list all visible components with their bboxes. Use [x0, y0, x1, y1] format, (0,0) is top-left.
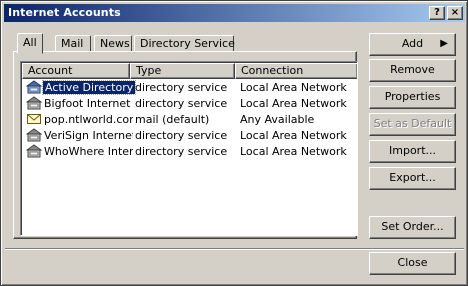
directory-service-icon — [26, 128, 42, 142]
list-item[interactable]: pop.ntlworld.com mail (default) Any Avai… — [22, 111, 357, 127]
column-header-account[interactable]: Account — [22, 63, 130, 79]
account-name: pop.ntlworld.com — [44, 113, 133, 126]
account-name: Bigfoot Internet ... — [44, 97, 133, 110]
window-title: Internet Accounts — [8, 6, 121, 19]
account-connection: Local Area Network — [240, 145, 347, 158]
accounts-list[interactable]: Account Type Connection Active Directory… — [20, 61, 358, 236]
tab-all[interactable]: All — [17, 33, 43, 54]
list-header: Account Type Connection — [22, 63, 357, 79]
properties-button[interactable]: Properties — [369, 86, 456, 109]
list-item[interactable]: WhoWhere Inter... directory service Loca… — [22, 143, 357, 159]
account-type: mail (default) — [135, 113, 210, 126]
export-button[interactable]: Export... — [369, 167, 456, 190]
list-item[interactable]: Bigfoot Internet ... directory service L… — [22, 95, 357, 111]
column-header-type[interactable]: Type — [130, 63, 235, 79]
import-button[interactable]: Import... — [369, 140, 456, 163]
submenu-arrow-icon: ▶ — [440, 38, 448, 49]
account-connection: Local Area Network — [240, 129, 347, 142]
account-type: directory service — [135, 145, 228, 158]
account-connection: Local Area Network — [240, 81, 347, 94]
account-type: directory service — [135, 97, 228, 110]
list-item[interactable]: Active Directory directory service Local… — [22, 79, 357, 95]
directory-service-icon — [26, 144, 42, 158]
account-name: WhoWhere Inter... — [44, 145, 133, 158]
tab-mail[interactable]: Mail — [55, 35, 91, 52]
close-button[interactable]: Close — [369, 252, 456, 275]
set-order-button[interactable]: Set Order... — [369, 216, 456, 239]
tab-directory-service[interactable]: Directory Service — [134, 35, 235, 52]
account-connection: Local Area Network — [240, 97, 347, 110]
account-type: directory service — [135, 129, 228, 142]
help-button[interactable]: ? — [429, 6, 445, 20]
remove-button[interactable]: Remove — [369, 59, 456, 82]
tab-news[interactable]: News — [94, 35, 132, 52]
add-button[interactable]: Add ▶ — [369, 33, 456, 56]
title-bar[interactable]: Internet Accounts ? × — [4, 4, 465, 22]
account-connection: Any Available — [240, 113, 315, 126]
divider — [5, 248, 464, 250]
account-name: Active Directory — [41, 80, 137, 95]
account-name: VeriSign Internet ... — [44, 129, 133, 142]
list-item[interactable]: VeriSign Internet ... directory service … — [22, 127, 357, 143]
column-header-connection[interactable]: Connection — [235, 63, 357, 79]
mail-account-icon — [27, 114, 41, 124]
set-as-default-button[interactable]: Set as Default — [369, 113, 456, 136]
internet-accounts-dialog: Internet Accounts ? × All Mail News Dire… — [0, 0, 468, 286]
add-label: Add — [401, 37, 424, 50]
directory-service-icon — [26, 96, 42, 110]
account-type: directory service — [135, 81, 228, 94]
close-window-button[interactable]: × — [447, 6, 463, 20]
directory-service-icon — [26, 80, 42, 94]
